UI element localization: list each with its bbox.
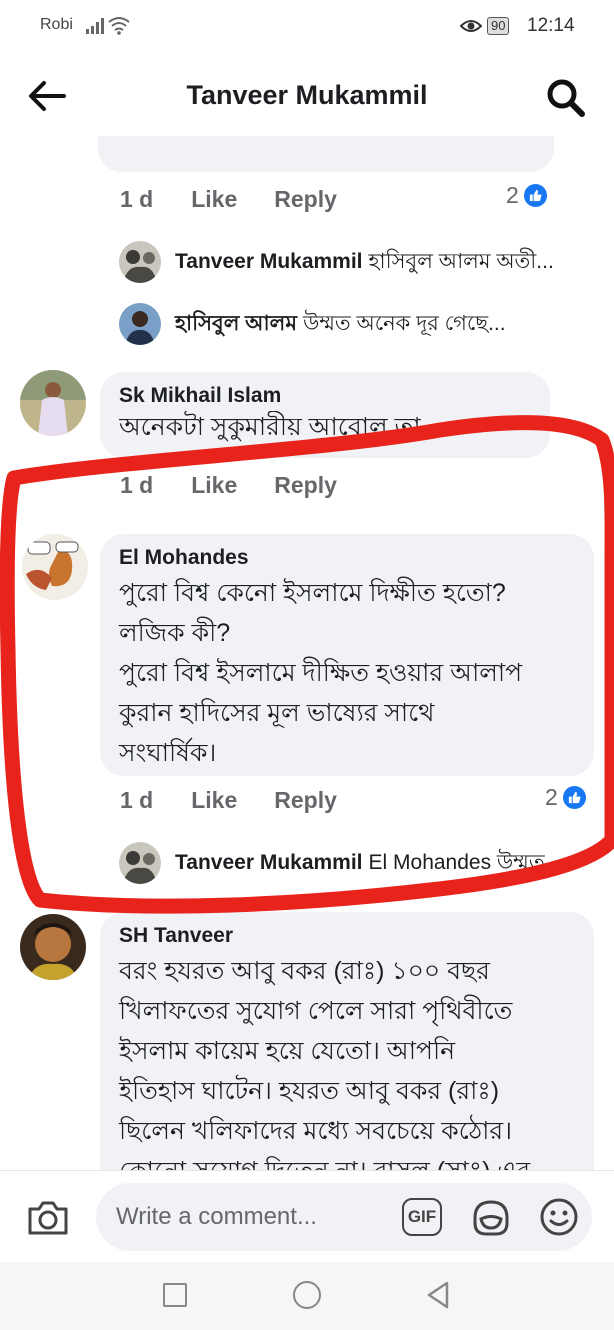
avatar [119, 303, 161, 345]
camera-icon[interactable] [26, 1199, 70, 1237]
like-button[interactable]: Like [191, 186, 237, 213]
avatar[interactable] [22, 534, 88, 600]
reply-text: El Mohandes উম্মত [368, 850, 545, 874]
comment-line: পুরো বিশ্ব কেনো ইসলামে দিক্ষীত হতো? [119, 579, 506, 607]
comment-line: কোনো সুযোগ দিতেন না। রাসুল (সাঃ) এর [119, 1151, 576, 1170]
page-title: Tanveer Mukammil [186, 80, 428, 110]
like-reaction-icon [521, 182, 549, 209]
comment-line: ইতিহাস ঘাটেন। হযরত আবু বকর (রাঃ) [119, 1077, 500, 1105]
back-triangle-icon[interactable] [425, 1280, 451, 1310]
comment-line: লজিক কী? [119, 619, 231, 647]
status-bar: Robi 90 12:14 [0, 0, 614, 56]
home-circle-icon[interactable] [293, 1281, 321, 1309]
previous-comment-bubble [98, 136, 554, 172]
avatar [119, 241, 161, 283]
eye-comfort-icon [460, 20, 482, 32]
like-reaction-icon [560, 784, 588, 811]
comment-line: পুরো বিশ্ব ইসলামে দীক্ষিত হওয়ার আলাপ [119, 659, 523, 687]
comment-bubble: SH Tanveer বরং হযরত আবু বকর (রাঃ) ১০০ বছ… [100, 912, 594, 1170]
like-button[interactable]: Like [191, 472, 237, 499]
comment-text: অনেকটা সুকুমারীয় আবোল তা [119, 413, 421, 441]
reply-item[interactable]: Tanveer Mukammil El Mohandes উম্মত [119, 842, 545, 884]
comment-actions: 1 d Like Reply [120, 787, 337, 814]
comment-actions: 1 d Like Reply [120, 186, 337, 213]
comment-author[interactable]: El Mohandes [119, 546, 576, 570]
comment-actions: 1 d Like Reply [120, 472, 337, 499]
carrier-label: Robi [40, 16, 73, 33]
app-header: Tanveer Mukammil [0, 56, 614, 136]
comment-time: 1 d [120, 787, 154, 813]
comment-bubble: Sk Mikhail Islam অনেকটা সুকুমারীয় আবোল … [100, 372, 550, 458]
comment-line: কুরান হাদিসের মূল ভাষ্যের সাথে [119, 699, 435, 727]
comment-text: বরং হযরত আবু বকর (রাঃ) ১০০ বছর খিলাফতের … [119, 951, 576, 1170]
status-time: 12:14 [527, 15, 575, 36]
reply-author[interactable]: Tanveer Mukammil [175, 250, 363, 274]
reply-item[interactable]: Tanveer Mukammil হাসিবুল আলম অতী... [119, 241, 554, 283]
emoji-icon[interactable] [539, 1197, 579, 1237]
comment-composer: GIF [0, 1170, 614, 1262]
comment-text: পুরো বিশ্ব কেনো ইসলামে দিক্ষীত হতো? লজিক… [119, 573, 576, 773]
comment-line: ইসলাম কায়েম হয়ে যেতো। আপনি [119, 1037, 456, 1065]
reply-text: হাসিবুল আলম অতী... [368, 249, 554, 273]
reply-item[interactable]: হাসিবুল আলম উম্মত অনেক দূর গেছে... [119, 303, 506, 345]
comment-author[interactable]: SH Tanveer [119, 924, 576, 948]
battery-indicator: 90 [487, 17, 510, 35]
reaction-count: 2 [545, 784, 558, 810]
search-icon[interactable] [544, 76, 588, 120]
comment-line: ছিলেন খলিফাদের মধ্যে সবচেয়ে কঠোর। [119, 1117, 513, 1145]
reply-button[interactable]: Reply [274, 186, 337, 213]
gif-button[interactable]: GIF [402, 1198, 442, 1236]
like-button[interactable]: Like [191, 787, 237, 814]
reply-author[interactable]: Tanveer Mukammil [175, 851, 363, 875]
avatar[interactable] [20, 914, 86, 980]
reply-button[interactable]: Reply [274, 472, 337, 499]
comment-line: বরং হযরত আবু বকর (রাঃ) ১০০ বছর [119, 957, 490, 985]
reply-text: উম্মত অনেক দূর গেছে... [302, 311, 506, 335]
recents-square-icon[interactable] [163, 1283, 187, 1307]
comment-line: খিলাফতের সুযোগ পেলে সারা পৃথিবীতে [119, 997, 513, 1025]
reaction-count: 2 [506, 182, 519, 208]
comment-author[interactable]: Sk Mikhail Islam [119, 384, 532, 408]
sticker-icon[interactable] [470, 1197, 512, 1239]
reply-button[interactable]: Reply [274, 787, 337, 814]
avatar [119, 842, 161, 884]
reaction-summary[interactable]: 2 [506, 182, 549, 209]
comments-feed[interactable]: 1 d Like Reply 2 Tanveer Mukammil হাসিবু… [0, 136, 614, 1170]
avatar[interactable] [20, 370, 86, 436]
comment-time: 1 d [120, 186, 154, 212]
reaction-summary[interactable]: 2 [545, 784, 588, 811]
comment-time: 1 d [120, 472, 154, 498]
comment-bubble: El Mohandes পুরো বিশ্ব কেনো ইসলামে দিক্ষ… [100, 534, 594, 776]
system-nav-bar [0, 1262, 614, 1330]
reply-author[interactable]: হাসিবুল আলম [175, 307, 297, 342]
comment-line: সংঘার্ষিক। [119, 739, 217, 767]
comment-input[interactable] [96, 1183, 592, 1251]
signal-wifi-icon [86, 17, 130, 35]
